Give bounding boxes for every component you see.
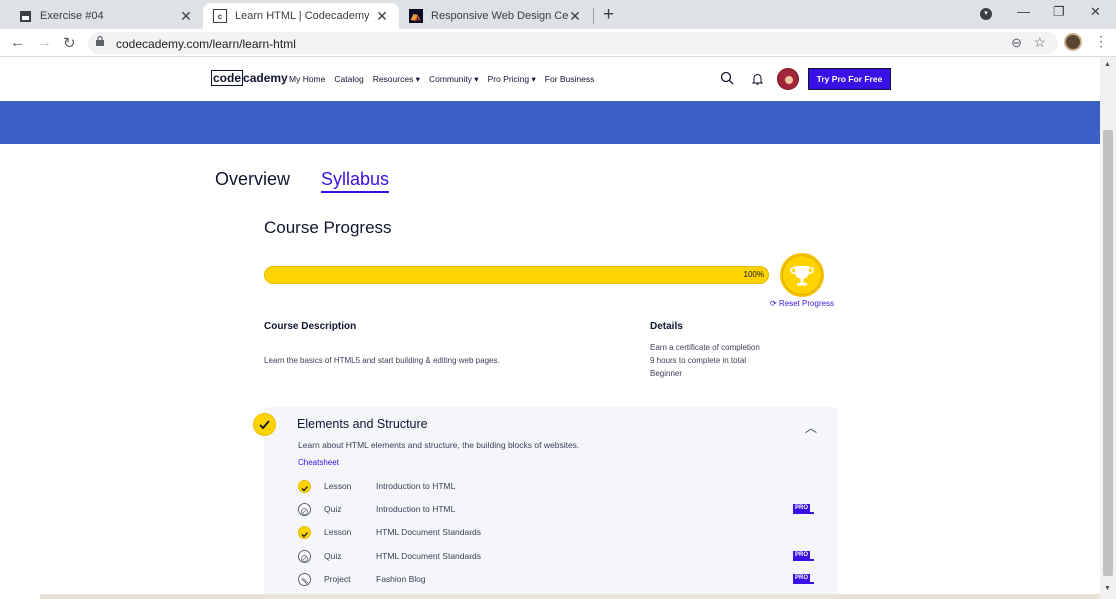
cheatsheet-link[interactable]: Cheatsheet (298, 458, 339, 467)
item-name: Introduction to HTML (376, 504, 456, 514)
browser-tab-codecademy[interactable]: c Learn HTML | Codecademy ✕ (203, 3, 399, 29)
zoom-icon[interactable]: ⊖ (1011, 35, 1022, 51)
check-icon (253, 413, 276, 436)
forward-icon[interactable]: → (37, 34, 52, 51)
syllabus-item[interactable]: Quiz HTML Document Standards PRO (298, 549, 818, 565)
tab-title: Responsive Web Design Certificat (431, 10, 568, 22)
item-name: HTML Document Standards (376, 527, 482, 537)
tab-title: Learn HTML | Codecademy (235, 10, 370, 22)
window-close-icon[interactable]: ✕ (1090, 4, 1101, 20)
codecademy-logo[interactable]: code cademy (211, 70, 288, 86)
chevron-up-icon[interactable]: ︿ (805, 419, 817, 436)
module-description: Learn about HTML elements and structure,… (298, 440, 580, 450)
restore-icon[interactable]: ❐ (1053, 4, 1065, 20)
tab-title: Exercise #04 (40, 10, 104, 22)
minimize-icon[interactable]: — (1017, 4, 1030, 19)
course-progress-title: Course Progress (264, 218, 392, 237)
scrollbar-thumb[interactable] (1103, 130, 1113, 576)
item-name: Introduction to HTML (376, 481, 456, 491)
item-name: Fashion Blog (376, 574, 426, 584)
syllabus-item[interactable]: Lesson Introduction to HTML (298, 479, 818, 495)
scroll-down-icon[interactable]: ▼ (1104, 585, 1111, 592)
quiz-icon (298, 503, 311, 516)
browser-tab-exercise[interactable]: Exercise #04 ✕ (8, 3, 203, 29)
check-icon (298, 526, 311, 539)
pro-badge: PRO (793, 551, 815, 561)
profile-avatar[interactable] (1064, 33, 1082, 51)
fcc-icon: ⛺ (409, 9, 423, 23)
nav-catalog[interactable]: Catalog (334, 74, 363, 85)
nav-pro-pricing[interactable]: Pro Pricing ▾ (488, 74, 536, 85)
details-line: Earn a certificate of completion (650, 343, 760, 352)
tab-syllabus[interactable]: Syllabus (321, 169, 390, 193)
trophy-icon (780, 253, 824, 297)
new-tab-icon[interactable]: + (603, 4, 614, 26)
bookmark-star-icon[interactable]: ☆ (1033, 34, 1046, 51)
tab-divider (593, 8, 594, 24)
url-field[interactable]: codecademy.com/learn/learn-html ⊖ ☆ (88, 32, 1058, 54)
refresh-icon: ⟳ (770, 299, 777, 308)
course-description-heading: Course Description (264, 321, 357, 332)
item-type: Quiz (324, 504, 342, 514)
nav-for-business[interactable]: For Business (545, 74, 595, 85)
lock-icon[interactable] (96, 36, 104, 46)
close-icon[interactable]: ✕ (179, 8, 193, 25)
site-header: code cademy My Home Catalog Resources ▾ C… (0, 57, 1100, 101)
tab-overview[interactable]: Overview (215, 169, 290, 190)
back-icon[interactable]: ← (10, 34, 25, 51)
project-icon (298, 573, 311, 586)
syllabus-item[interactable]: Quiz Introduction to HTML PRO (298, 502, 818, 518)
course-description-text: Learn the basics of HTML5 and start buil… (264, 356, 500, 365)
pro-badge: PRO (793, 574, 815, 584)
user-avatar[interactable] (777, 68, 799, 90)
check-icon (298, 480, 311, 493)
item-type: Lesson (324, 527, 352, 537)
url-text: codecademy.com/learn/learn-html (116, 37, 296, 51)
main-nav: My Home Catalog Resources ▾ Community ▾ … (289, 74, 603, 85)
item-name: HTML Document Standards (376, 551, 482, 561)
item-type: Quiz (324, 551, 342, 561)
browser-tab-fcc[interactable]: ⛺ Responsive Web Design Certificat ✕ (399, 3, 592, 29)
try-pro-button[interactable]: Try Pro For Free (808, 68, 891, 90)
progress-percent: 100% (743, 270, 764, 279)
document-icon (18, 9, 32, 23)
search-icon[interactable] (720, 71, 734, 85)
browser-menu-icon[interactable]: ⋮ (1094, 33, 1108, 50)
details-line: 9 hours to complete in total (650, 356, 747, 365)
nav-community[interactable]: Community ▾ (429, 74, 479, 85)
nav-my-home[interactable]: My Home (289, 74, 325, 85)
quiz-icon (298, 550, 311, 563)
tab-search-icon[interactable]: ▾ (980, 8, 992, 20)
pro-badge: PRO (793, 504, 815, 514)
item-type: Project (324, 574, 351, 584)
address-bar: ← → ↻ codecademy.com/learn/learn-html ⊖ … (0, 29, 1116, 57)
syllabus-item[interactable]: Project Fashion Blog PRO (298, 572, 818, 588)
reload-icon[interactable]: ↻ (63, 34, 76, 52)
codecademy-icon: c (213, 9, 227, 23)
nav-resources[interactable]: Resources ▾ (373, 74, 420, 85)
scroll-up-icon[interactable]: ▲ (1104, 61, 1111, 68)
bottom-strip (40, 594, 1100, 599)
module-title[interactable]: Elements and Structure (297, 417, 428, 431)
details-line: Beginner (650, 369, 683, 378)
progress-bar: 100% (264, 266, 769, 284)
close-icon[interactable]: ✕ (568, 8, 582, 25)
close-icon[interactable]: ✕ (375, 8, 389, 25)
browser-tab-strip: Exercise #04 ✕ c Learn HTML | Codecademy… (0, 0, 1116, 29)
course-banner (0, 101, 1100, 144)
bell-icon[interactable] (752, 73, 763, 85)
details-heading: Details (650, 321, 683, 332)
item-type: Lesson (324, 481, 352, 491)
reset-progress-link[interactable]: ⟳ Reset Progress (770, 299, 834, 308)
syllabus-item[interactable]: Lesson HTML Document Standards (298, 525, 818, 541)
